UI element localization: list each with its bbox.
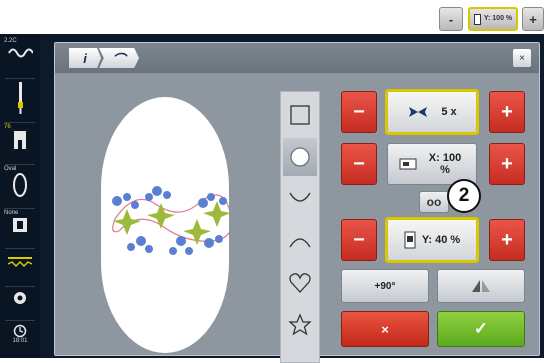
dialog-titlebar: i ⌒ × bbox=[55, 43, 539, 73]
arc-up-shape-icon bbox=[289, 238, 311, 248]
square-shape-icon bbox=[290, 105, 310, 125]
presser-foot-icon bbox=[14, 131, 26, 149]
stitch-plate-icon bbox=[13, 218, 27, 232]
repeat-minus-button[interactable]: − bbox=[341, 91, 377, 133]
scale-x-plus-button[interactable]: + bbox=[489, 143, 525, 185]
mirror-icon bbox=[472, 280, 490, 292]
y-scale-label: Y: 100 % bbox=[483, 15, 513, 22]
device-screen: 2.2C 76 Oval None 18:01 i ⌒ × − 5 x + − … bbox=[0, 34, 544, 363]
shape-heart-button[interactable] bbox=[283, 264, 317, 302]
scale-y-label: Y: 40 % bbox=[421, 234, 461, 246]
settings-icon bbox=[14, 292, 26, 304]
scale-y-button[interactable]: Y: 40 % bbox=[385, 217, 479, 263]
rotate-button[interactable]: +90° bbox=[341, 269, 429, 303]
shape-square-button[interactable] bbox=[283, 96, 317, 134]
scale-y-icon bbox=[473, 13, 481, 25]
cancel-button[interactable]: × bbox=[341, 311, 429, 347]
info-icon: i bbox=[83, 50, 87, 66]
needle-icon bbox=[18, 82, 23, 114]
scale-y-minus-button[interactable]: − bbox=[341, 219, 377, 261]
y-scale-button[interactable]: Y: 100 % bbox=[468, 7, 518, 31]
sidebar-item-stitch[interactable]: 2.2C bbox=[0, 38, 40, 76]
butterfly-icon bbox=[409, 107, 428, 117]
minus-label: − bbox=[353, 152, 365, 175]
callout-number: 2 bbox=[458, 185, 470, 206]
chain-link-icon: oo bbox=[426, 195, 442, 209]
repeat-plus-button[interactable]: + bbox=[489, 91, 525, 133]
sidebar-item-presser-foot[interactable]: 76 bbox=[0, 124, 40, 162]
sidebar-item-stitch-plate[interactable]: None bbox=[0, 210, 40, 246]
scale-x-icon bbox=[399, 158, 417, 170]
heart-shape-icon bbox=[289, 273, 311, 293]
rotate-label: +90° bbox=[374, 280, 396, 292]
hoop-icon bbox=[13, 173, 27, 197]
sidebar-item-needle[interactable] bbox=[0, 82, 40, 120]
sidebar-item-settings[interactable] bbox=[0, 290, 40, 318]
checkmark-icon: ✓ bbox=[473, 319, 489, 338]
proportion-link-button[interactable]: oo bbox=[419, 191, 449, 213]
circle-shape-icon bbox=[290, 147, 310, 167]
arc-down-shape-icon bbox=[289, 192, 311, 202]
thread-tension-icon bbox=[7, 257, 33, 268]
repeat-count-label: 5 x bbox=[441, 106, 457, 118]
cancel-icon: × bbox=[381, 321, 389, 337]
embroidery-design bbox=[112, 186, 229, 255]
minus-label: − bbox=[353, 100, 365, 123]
arc-shape-icon: ⌒ bbox=[112, 51, 126, 67]
minus-label: − bbox=[353, 228, 365, 251]
y-minus-button[interactable]: - bbox=[439, 7, 463, 31]
shape-circle-button[interactable] bbox=[283, 138, 317, 176]
plus-label: + bbox=[501, 152, 513, 175]
close-icon: × bbox=[519, 52, 525, 64]
y-plus-label: + bbox=[529, 11, 537, 27]
stitch-pattern-icon bbox=[8, 48, 33, 58]
shape-selector bbox=[280, 91, 320, 363]
y-minus-label: - bbox=[448, 11, 454, 27]
scale-x-label: X: 100 % bbox=[428, 152, 462, 176]
shape-star-button[interactable] bbox=[283, 306, 317, 344]
star-shape-icon bbox=[288, 313, 312, 336]
shape-arc-down-button[interactable] bbox=[283, 180, 317, 218]
plus-label: + bbox=[501, 100, 513, 123]
close-button[interactable]: × bbox=[513, 49, 531, 67]
breadcrumb-shape[interactable]: ⌒ bbox=[99, 48, 139, 68]
scale-y-plus-button[interactable]: + bbox=[489, 219, 525, 261]
plus-label: + bbox=[501, 228, 513, 251]
sidebar-item-clock[interactable]: 18:01 bbox=[0, 324, 40, 356]
clock-caption: 18:01 bbox=[12, 338, 28, 344]
breadcrumb-info[interactable]: i bbox=[69, 48, 101, 68]
sidebar-item-tension[interactable] bbox=[0, 254, 40, 282]
mirror-button[interactable] bbox=[437, 269, 525, 303]
status-sidebar: 2.2C 76 Oval None 18:01 bbox=[0, 34, 40, 358]
ok-button[interactable]: ✓ bbox=[437, 311, 525, 347]
sidebar-item-hoop[interactable]: Oval bbox=[0, 166, 40, 206]
clock-icon bbox=[13, 324, 27, 338]
repeat-count-button[interactable]: 5 x bbox=[385, 89, 479, 135]
scale-y-icon bbox=[404, 231, 416, 249]
foot-caption: 76 bbox=[4, 124, 11, 130]
callout-badge: 2 bbox=[447, 179, 481, 213]
y-plus-button[interactable]: + bbox=[522, 7, 544, 31]
shape-arc-up-button[interactable] bbox=[283, 222, 317, 260]
scale-x-minus-button[interactable]: − bbox=[341, 143, 377, 185]
